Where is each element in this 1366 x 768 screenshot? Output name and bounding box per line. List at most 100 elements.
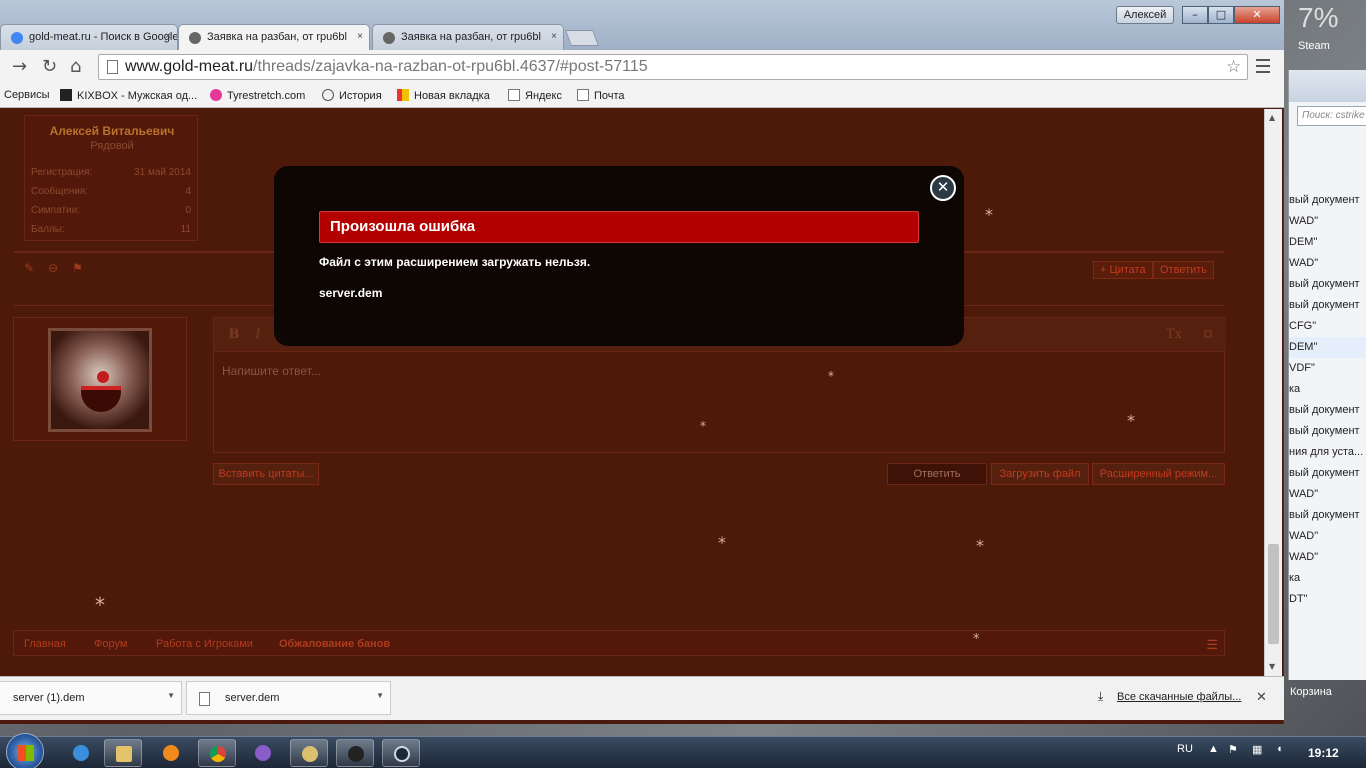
taskbar-tool[interactable] (290, 739, 328, 767)
avatar[interactable] (48, 328, 152, 432)
chevron-down-icon[interactable]: ▼ (167, 691, 175, 700)
close-window-button[interactable]: ✕ (1234, 6, 1280, 24)
list-item[interactable]: CFG" (1289, 316, 1366, 337)
list-item[interactable]: DEM" (1289, 232, 1366, 253)
toggle-source-icon[interactable]: ⧉ (1198, 325, 1218, 345)
scroll-thumb[interactable] (1268, 544, 1279, 644)
bookmark-services[interactable]: Сервисы (4, 89, 50, 101)
breadcrumb-forum[interactable]: Форум (94, 638, 127, 650)
bookmark-yandex[interactable]: Яндекс (508, 89, 562, 102)
user-name[interactable]: Алексей Витальевич (25, 124, 199, 138)
minimize-button[interactable]: – (1182, 6, 1208, 24)
taskbar-vs[interactable] (244, 739, 282, 767)
tab-close-icon[interactable]: × (357, 31, 363, 42)
list-item[interactable]: ка (1289, 379, 1366, 400)
list-item[interactable]: VDF" (1289, 358, 1366, 379)
recycle-bin-label[interactable]: Корзина (1290, 686, 1332, 698)
steam-widget[interactable]: 7% Steam (1288, 0, 1366, 60)
stat-value: 0 (185, 205, 191, 216)
bookmark-kixbox[interactable]: KIXBOX - Мужская од... (60, 89, 197, 102)
list-item[interactable]: DT" (1289, 589, 1366, 610)
counter-strike-icon (348, 746, 364, 762)
list-item[interactable]: вый документ (1289, 295, 1366, 316)
download-item[interactable]: server.dem ▼ (186, 681, 391, 715)
action-center-flag-icon[interactable]: ⚑ (1228, 743, 1238, 756)
list-item[interactable]: WAD" (1289, 484, 1366, 505)
list-item[interactable]: вый документ (1289, 463, 1366, 484)
breadcrumb-home[interactable]: Главная (24, 638, 66, 650)
taskbar-media-player[interactable] (152, 739, 190, 767)
start-button[interactable] (6, 733, 44, 768)
list-item[interactable]: WAD" (1289, 526, 1366, 547)
close-downloads-icon[interactable]: ✕ (1256, 689, 1267, 705)
edit-icon[interactable]: ✎ (24, 261, 34, 275)
insert-quotes-button[interactable]: Вставить цитаты... (213, 463, 319, 485)
tab-close-icon[interactable]: × (165, 31, 171, 42)
breadcrumb-players[interactable]: Работа с Игроками (156, 638, 253, 650)
reply-input[interactable]: Напишите ответ... (222, 364, 321, 378)
italic-button[interactable]: I (248, 325, 268, 345)
address-bar[interactable]: www.gold-meat.ru/threads/zajavka-na-razb… (98, 54, 1248, 80)
network-icon[interactable]: ▦ (1252, 743, 1262, 756)
user-info-block: Алексей Витальевич Рядовой Регистрация: 3… (24, 115, 198, 241)
list-item[interactable]: вый документ (1289, 190, 1366, 211)
profile-button[interactable]: Алексей (1116, 6, 1174, 24)
bookmark-star-icon[interactable]: ☆ (1226, 57, 1241, 77)
explorer-search-input[interactable]: Поиск: cstrike (1297, 106, 1366, 126)
taskbar-chrome[interactable] (198, 739, 236, 767)
volume-icon[interactable]: ◖ (1276, 743, 1283, 755)
forward-arrow-icon[interactable]: → (12, 58, 27, 76)
breadcrumb-menu-icon[interactable]: ☰ (1206, 637, 1218, 653)
upload-file-button[interactable]: Загрузить файл (991, 463, 1089, 485)
tab-google-search[interactable]: gold-meat.ru - Поиск в Google × (0, 24, 178, 50)
tyrestretch-icon (210, 89, 222, 101)
reply-button[interactable]: Ответить (1153, 261, 1215, 279)
bold-button[interactable]: B (224, 325, 244, 345)
scroll-up-icon[interactable]: ▲ (1269, 113, 1275, 122)
taskbar-steam[interactable] (382, 739, 420, 767)
close-icon[interactable]: ✕ (930, 175, 956, 201)
list-item[interactable]: DEM" (1289, 337, 1366, 358)
advanced-mode-button[interactable]: Расширенный режим... (1092, 463, 1225, 485)
list-item[interactable]: WAD" (1289, 547, 1366, 568)
explorer-window-partial[interactable]: Поиск: cstrike вый документ WAD" DEM" WA… (1288, 70, 1366, 680)
taskbar-ie[interactable] (62, 739, 100, 767)
page-scrollbar[interactable]: ▲ ▼ (1264, 109, 1282, 676)
bookmark-new-tab[interactable]: Новая вкладка (397, 89, 490, 102)
chevron-down-icon[interactable]: ▼ (376, 691, 384, 700)
maximize-button[interactable]: □ (1208, 6, 1234, 24)
browser-menu-icon[interactable] (1256, 59, 1270, 73)
download-item[interactable]: server (1).dem ▼ (0, 681, 182, 715)
list-item[interactable]: вый документ (1289, 505, 1366, 526)
bookmark-mail[interactable]: Почта (577, 89, 625, 102)
list-item[interactable]: WAD" (1289, 253, 1366, 274)
list-item[interactable]: вый документ (1289, 421, 1366, 442)
report-icon[interactable]: ⚑ (72, 261, 83, 275)
show-all-downloads-link[interactable]: Все скачанные файлы... (1117, 691, 1241, 703)
scroll-down-icon[interactable]: ▼ (1269, 662, 1275, 671)
tab-unban-request-active[interactable]: Заявка на разбан, от rpu6bl × (178, 24, 370, 50)
clock[interactable]: 19:12 (1308, 746, 1339, 760)
breadcrumb-ban-appeals[interactable]: Обжалование банов (279, 638, 390, 650)
list-item[interactable]: WAD" (1289, 211, 1366, 232)
quote-button[interactable]: + Цитата (1093, 261, 1153, 279)
delete-icon[interactable]: ⊖ (48, 261, 58, 275)
language-indicator[interactable]: RU (1177, 743, 1193, 755)
tab-unban-request[interactable]: Заявка на разбан, от rpu6bl × (372, 24, 564, 50)
list-item[interactable]: вый документ (1289, 400, 1366, 421)
home-icon[interactable]: ⌂ (70, 58, 81, 76)
new-tab-button[interactable] (565, 30, 599, 46)
remove-format-button[interactable]: Tx (1164, 325, 1184, 345)
taskbar-counter-strike[interactable] (336, 739, 374, 767)
reload-icon[interactable]: ↻ (42, 58, 57, 76)
taskbar-explorer[interactable] (104, 739, 142, 767)
tray-expand-icon[interactable]: ▲ (1208, 743, 1219, 755)
list-item[interactable]: ка (1289, 568, 1366, 589)
list-item[interactable]: ния для уста... (1289, 442, 1366, 463)
list-item[interactable]: вый документ (1289, 274, 1366, 295)
bookmark-history[interactable]: История (322, 89, 382, 102)
tab-close-icon[interactable]: × (551, 31, 557, 42)
chrome-icon (210, 746, 226, 762)
submit-reply-button[interactable]: Ответить (887, 463, 987, 485)
bookmark-tyrestretch[interactable]: Tyrestretch.com (210, 89, 305, 102)
